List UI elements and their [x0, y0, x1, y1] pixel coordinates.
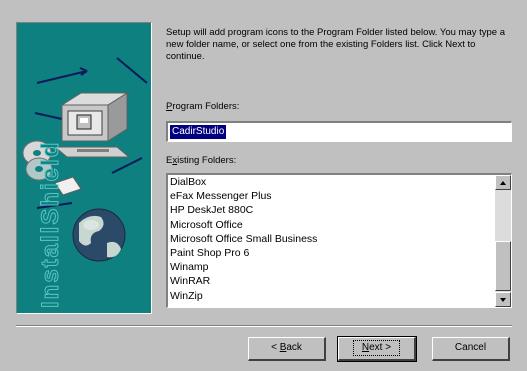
list-item[interactable]: Paint Shop Pro 6 — [170, 246, 490, 260]
list-item[interactable]: Microsoft Office Small Business — [170, 232, 490, 246]
list-item[interactable]: Winamp — [170, 260, 490, 274]
next-button-focus: Next > — [352, 340, 401, 356]
installshield-banner: InstallShield — [16, 22, 152, 314]
arrow-down-icon — [500, 298, 506, 302]
setup-dialog: InstallShield Setup will add program ico… — [0, 0, 527, 371]
scroll-down-button[interactable] — [495, 292, 511, 307]
list-item[interactable]: WinZip — [170, 289, 490, 303]
scroll-up-button[interactable] — [495, 175, 511, 190]
back-button[interactable]: < Back — [248, 337, 326, 361]
list-item[interactable]: HP DeskJet 880C — [170, 203, 490, 217]
list-item[interactable]: Microsoft Office — [170, 218, 490, 232]
program-folder-input[interactable]: CadirStudio — [166, 121, 512, 142]
instructions-text: Setup will add program icons to the Prog… — [166, 27, 506, 62]
program-folders-label: Program Folders: — [166, 101, 240, 112]
arrow-up-icon — [500, 181, 506, 185]
scroll-thumb[interactable] — [495, 241, 511, 291]
list-item[interactable]: eFax Messenger Plus — [170, 189, 490, 203]
list-item[interactable]: WinRAR — [170, 274, 490, 288]
next-button[interactable]: Next > — [337, 336, 417, 362]
vertical-scrollbar[interactable] — [495, 175, 511, 307]
globe-icon — [72, 208, 126, 262]
program-folder-value[interactable]: CadirStudio — [170, 125, 227, 139]
computer-icon — [53, 92, 131, 158]
existing-folders-list[interactable]: DialBox eFax Messenger Plus HP DeskJet 8… — [166, 173, 512, 308]
existing-folders-label: Existing Folders: — [166, 155, 237, 166]
cancel-button[interactable]: Cancel — [432, 337, 510, 361]
list-item[interactable]: DialBox — [170, 175, 490, 189]
folder-items: DialBox eFax Messenger Plus HP DeskJet 8… — [170, 175, 490, 303]
installshield-logo-text: InstallShield — [37, 140, 65, 308]
button-separator — [16, 325, 512, 327]
